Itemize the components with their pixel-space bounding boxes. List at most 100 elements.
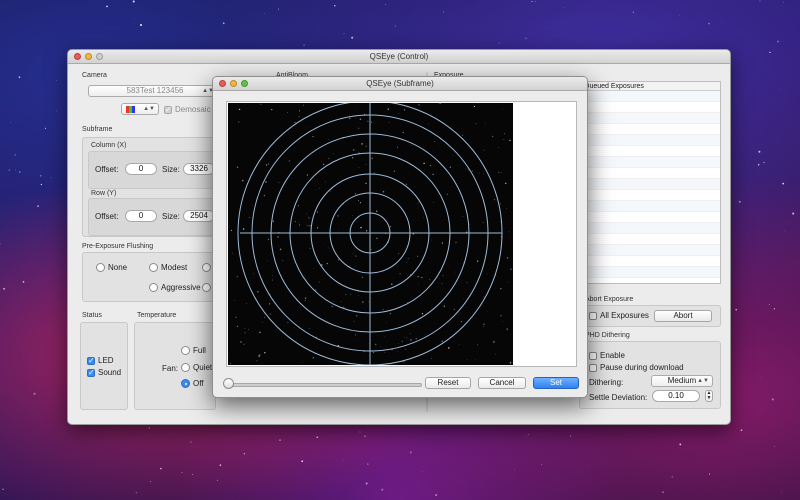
table-row[interactable]: [580, 201, 720, 212]
table-row[interactable]: [580, 157, 720, 168]
flushing-option-modest[interactable]: Modest: [149, 263, 187, 272]
fan-option-off[interactable]: Off: [181, 379, 204, 388]
image-star: [417, 255, 419, 257]
image-star: [272, 279, 274, 281]
cancel-button[interactable]: Cancel: [478, 377, 526, 389]
image-star: [355, 334, 357, 336]
reset-button[interactable]: Reset: [425, 377, 471, 389]
table-row[interactable]: [580, 234, 720, 245]
image-star: [398, 343, 399, 345]
image-star: [474, 359, 476, 360]
image-star: [332, 301, 334, 303]
row-offset-field[interactable]: 0: [125, 210, 157, 222]
led-label: LED: [98, 356, 114, 365]
table-row[interactable]: [580, 212, 720, 223]
table-row[interactable]: [580, 190, 720, 201]
image-star: [503, 139, 505, 140]
flushing-option-aggressive[interactable]: Aggressive: [149, 283, 201, 292]
status-box: [80, 322, 128, 410]
led-checkbox[interactable]: LED: [87, 356, 114, 365]
fan-option-quiet[interactable]: Quiet: [181, 363, 212, 372]
image-star: [380, 346, 382, 347]
dithering-select[interactable]: Medium ▲▼: [651, 375, 713, 387]
table-row[interactable]: [580, 135, 720, 146]
demosaic-checkbox[interactable]: Demosaic: [164, 105, 211, 114]
table-row[interactable]: [580, 102, 720, 113]
star: [782, 2, 784, 3]
flushing-option-none[interactable]: None: [96, 263, 127, 272]
image-star: [422, 217, 424, 219]
image-star: [405, 183, 407, 185]
image-star: [250, 278, 251, 279]
image-star: [360, 226, 362, 229]
radio-icon: [181, 346, 190, 355]
image-star: [441, 283, 443, 285]
radio-icon: [149, 283, 158, 292]
image-star: [417, 284, 419, 285]
table-row[interactable]: [580, 179, 720, 190]
image-star: [371, 121, 373, 123]
column-offset-field[interactable]: 0: [125, 163, 157, 175]
star: [264, 13, 265, 15]
dither-enable-checkbox[interactable]: Enable: [589, 351, 625, 360]
star: [33, 392, 36, 395]
image-star: [499, 221, 501, 223]
camera-select[interactable]: 583Test 123456 ▲▼: [88, 85, 218, 97]
star: [8, 169, 11, 171]
table-row[interactable]: [580, 168, 720, 179]
fan-option-full[interactable]: Full: [181, 346, 206, 355]
queued-exposures-table[interactable]: Queued Exposures: [579, 81, 721, 284]
image-star: [338, 229, 339, 230]
column-size-field[interactable]: 3326: [183, 163, 215, 175]
image-star: [318, 187, 320, 189]
image-star: [393, 170, 396, 172]
table-row[interactable]: [580, 245, 720, 256]
table-row[interactable]: [580, 256, 720, 267]
table-row[interactable]: [580, 91, 720, 102]
image-star: [502, 320, 504, 322]
dithering-select-value: Medium: [667, 376, 697, 385]
table-row[interactable]: [580, 223, 720, 234]
abort-button[interactable]: Abort: [654, 310, 712, 322]
set-button[interactable]: Set: [533, 377, 579, 389]
settle-deviation-field[interactable]: 0.10: [652, 390, 700, 402]
star: [435, 494, 437, 496]
subframe-preview-image[interactable]: [227, 100, 513, 366]
star: [65, 71, 66, 73]
image-star: [499, 203, 501, 205]
zoom-slider-knob[interactable]: [223, 378, 234, 389]
image-star: [312, 357, 315, 359]
image-star: [277, 236, 279, 238]
star: [56, 110, 58, 112]
settle-deviation-stepper[interactable]: ▲ ▼: [705, 390, 713, 402]
flushing-option-extra[interactable]: [202, 263, 211, 272]
image-star: [358, 200, 360, 201]
image-star: [407, 258, 409, 260]
image-star: [482, 222, 484, 224]
star: [0, 242, 1, 245]
zoom-slider-track[interactable]: [227, 383, 422, 387]
star: [570, 435, 572, 437]
image-star: [506, 328, 508, 330]
star: [422, 471, 423, 472]
bayer-pattern-icon: [126, 106, 135, 113]
table-row[interactable]: [580, 113, 720, 124]
image-star: [452, 155, 454, 157]
flushing-option-extra-2[interactable]: [202, 283, 211, 292]
table-row[interactable]: [580, 267, 720, 278]
image-star: [268, 303, 271, 305]
image-star: [238, 121, 240, 123]
table-row[interactable]: [580, 124, 720, 135]
bayer-pattern-select[interactable]: ▲▼: [121, 103, 159, 115]
pause-download-checkbox[interactable]: Pause during download: [589, 363, 684, 372]
checkbox-icon: [589, 311, 597, 320]
all-exposures-checkbox[interactable]: All Exposures: [589, 311, 649, 320]
table-row[interactable]: [580, 146, 720, 157]
row-size-field[interactable]: 2504: [183, 210, 215, 222]
sound-checkbox[interactable]: Sound: [87, 368, 121, 377]
image-star: [349, 117, 351, 120]
image-star: [257, 291, 259, 293]
image-star: [370, 249, 372, 251]
star: [671, 476, 673, 478]
image-star: [318, 281, 320, 283]
